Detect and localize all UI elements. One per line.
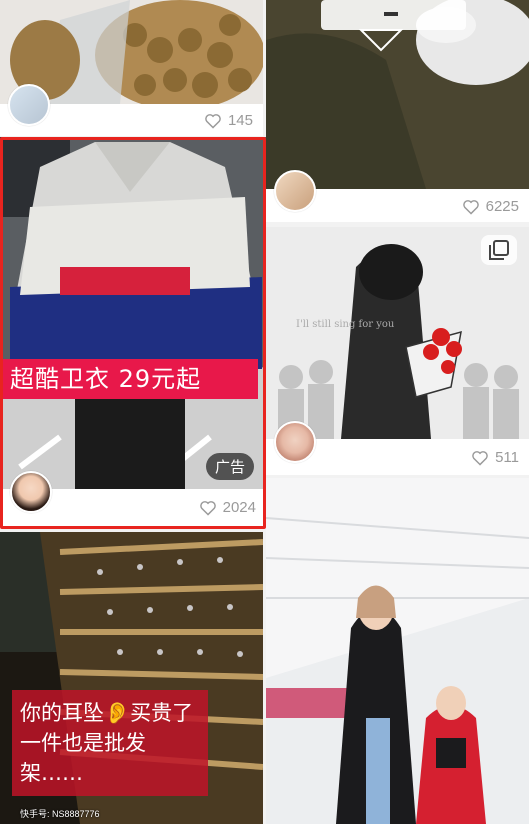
airport-photo-image [266,478,529,824]
heart-icon [199,500,216,516]
heart-icon [205,113,221,129]
card-thumbnail[interactable] [0,137,266,489]
feed-card[interactable]: 6225 [266,0,529,222]
feed-card[interactable] [266,478,529,824]
watermark-text: 快手号: NS8887776 [20,809,100,819]
card-thumbnail[interactable] [266,0,529,189]
promo-banner: 超酷卫衣 29元起 [2,359,258,399]
multi-image-icon [481,235,517,265]
feed-card-ad[interactable]: 超酷卫衣 29元起 广告 2024 [0,137,266,529]
like-count[interactable]: 2024 [199,499,256,516]
heart-icon [462,199,479,215]
feed-card[interactable]: 你的耳坠👂买贵了一件也是批发架…… 快手号: NS8887776 [0,532,263,824]
like-count-text: 511 [495,449,519,466]
ad-badge: 广告 [205,453,254,480]
card-thumbnail[interactable] [266,478,529,824]
card-caption: 你的耳坠👂买贵了一件也是批发架…… [12,690,208,796]
like-count[interactable]: 145 [204,112,253,129]
heart-icon [472,450,488,466]
grass-birds-image [266,0,529,189]
feed-card[interactable]: 145 [0,0,263,136]
author-avatar[interactable] [10,471,52,513]
author-avatar[interactable] [8,84,50,126]
like-count-text: 2024 [222,499,256,516]
author-avatar[interactable] [274,421,316,463]
sweater-image [0,137,266,489]
illustration-text: I'll still sing for you [296,319,395,330]
like-count-text: 145 [227,112,253,129]
like-count[interactable]: 6225 [462,198,519,215]
like-count[interactable]: 511 [471,449,519,466]
author-avatar[interactable] [274,170,316,212]
like-count-text: 6225 [485,198,519,215]
video-feed-grid: 145 6225 超酷卫衣 29元起 广告 2024 I'll still si… [0,0,529,824]
feed-card[interactable]: I'll still sing for you 511 [266,227,529,475]
